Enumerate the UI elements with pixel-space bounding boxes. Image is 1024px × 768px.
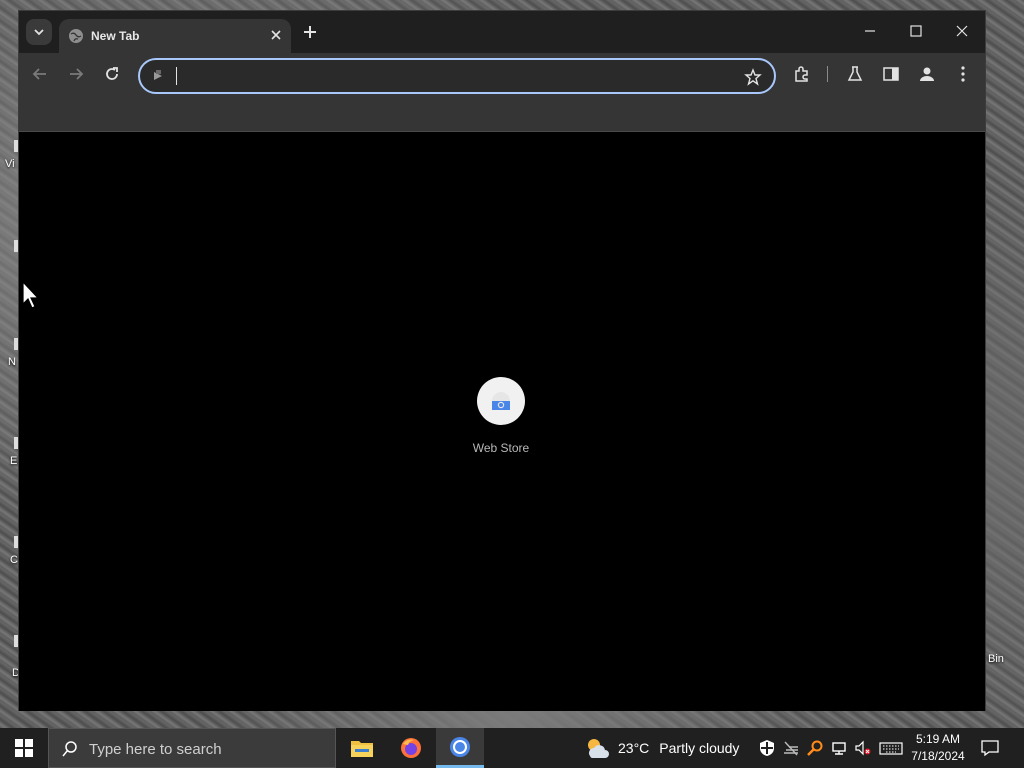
system-clock[interactable]: 5:19 AM 7/18/2024	[906, 731, 970, 765]
browser-window: New Tab Web Store	[18, 10, 986, 711]
weather-temperature: 23°C	[618, 740, 650, 756]
search-input[interactable]	[89, 739, 329, 759]
keyboard-icon[interactable]	[879, 739, 903, 757]
desktop-icon-label: Vi	[5, 158, 15, 170]
menu-icon[interactable]	[953, 64, 973, 84]
recycle-bin-label: Bin	[988, 653, 1004, 665]
tab-title: New Tab	[91, 29, 140, 43]
security-shield-icon[interactable]	[758, 739, 776, 757]
notification-icon[interactable]	[980, 738, 1000, 758]
web-store-icon	[492, 392, 510, 410]
close-tab-icon[interactable]	[269, 28, 283, 42]
star-icon[interactable]	[744, 68, 762, 86]
new-tab-page: Web Store	[19, 133, 985, 711]
weather-widget[interactable]: 23°C Partly cloudy	[584, 728, 739, 768]
labs-icon[interactable]	[845, 64, 865, 84]
forward-icon[interactable]	[67, 65, 85, 83]
shortcut-icon-container	[477, 377, 525, 425]
file-explorer-button[interactable]	[338, 728, 386, 768]
search-tool-icon[interactable]	[806, 739, 824, 757]
toolbar-separator	[827, 66, 828, 82]
clock-time: 5:19 AM	[915, 732, 961, 746]
reload-icon[interactable]	[103, 65, 121, 83]
bookmarks-bar	[19, 95, 985, 132]
search-engine-icon	[154, 70, 162, 80]
windows-icon	[15, 739, 33, 757]
desktop-icon-label: E	[10, 455, 18, 467]
mouse-cursor-icon	[22, 280, 40, 309]
tab-new-tab[interactable]: New Tab	[59, 19, 291, 53]
clock-date: 7/18/2024	[911, 749, 965, 763]
back-icon[interactable]	[31, 65, 49, 83]
text-caret	[176, 67, 177, 85]
chrome-button[interactable]	[436, 728, 484, 768]
firefox-icon	[401, 738, 421, 758]
taskbar-search[interactable]	[48, 728, 336, 768]
desktop-icon-label: C	[10, 554, 18, 566]
taskbar: 23°C Partly cloudy 5:19 AM 7/18/2024	[0, 728, 1024, 768]
firefox-button[interactable]	[387, 728, 435, 768]
desktop-icon-label: N	[8, 356, 16, 368]
tab-search-button[interactable]	[26, 19, 52, 45]
chrome-icon	[450, 736, 470, 757]
shortcut-web-store[interactable]: Web Store	[451, 377, 551, 467]
network-disconnected-icon[interactable]	[782, 739, 800, 757]
weather-condition: Partly cloudy	[659, 740, 740, 756]
address-input[interactable]	[174, 66, 714, 86]
profile-icon[interactable]	[917, 64, 937, 84]
file-explorer-icon	[351, 741, 373, 757]
close-window-icon[interactable]	[952, 21, 972, 41]
extensions-icon[interactable]	[792, 64, 812, 84]
volume-muted-icon[interactable]	[854, 739, 872, 757]
title-bar: New Tab	[19, 11, 985, 53]
chevron-down-icon	[34, 29, 44, 36]
side-panel-icon[interactable]	[881, 64, 901, 84]
globe-icon	[69, 29, 83, 43]
minimize-icon[interactable]	[860, 21, 880, 41]
search-icon	[62, 741, 77, 757]
address-bar[interactable]	[138, 58, 776, 94]
partly-cloudy-icon	[588, 739, 609, 758]
start-button[interactable]	[0, 728, 48, 768]
maximize-icon[interactable]	[906, 21, 926, 41]
shortcut-label: Web Store	[472, 441, 530, 455]
new-tab-icon[interactable]	[300, 22, 320, 42]
toolbar	[19, 53, 985, 95]
display-network-icon[interactable]	[830, 739, 848, 757]
